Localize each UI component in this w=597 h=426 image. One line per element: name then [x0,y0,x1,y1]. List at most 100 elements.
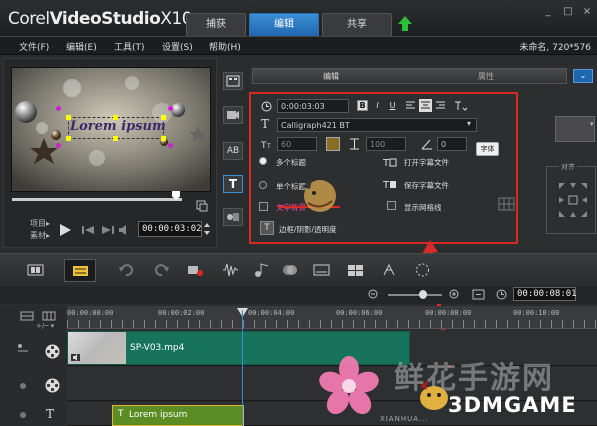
overlay-track-icon [45,378,60,393]
timeline-view-button[interactable] [64,259,96,282]
watermark-site: XIANHUA... [380,415,429,423]
undo-icon[interactable] [118,262,135,278]
auto-music-icon[interactable] [253,262,270,278]
ruler-tick-3: 00:00:06:00 [336,309,383,317]
track-headers: +/─ ▾ T [0,306,67,426]
chapter-point-icon[interactable] [42,311,56,321]
title-clip-name: Lorem ipsum [129,410,188,420]
ripple-edit-icon[interactable] [16,342,30,354]
ruler-tick-2: 00:00:04:00 [248,309,295,317]
tab-share[interactable]: 共享 [322,13,392,36]
timecode-spinner-icon[interactable] [203,221,211,237]
title-lock-icon[interactable] [18,410,28,420]
title-icon[interactable]: T [223,175,243,193]
motion-tracking-icon[interactable] [281,262,298,278]
handle-tr[interactable] [161,115,166,120]
menu-file[interactable]: 文件(F) [19,40,49,53]
preset-swatch[interactable] [555,116,595,142]
menu-bar: 文件(F) 编辑(E) 工具(T) 设置(S) 帮助(H) 未命名, 720*5… [0,36,597,55]
time-remapping-icon[interactable] [381,262,398,278]
watermark: 鲜花手游网 3DMGAME XIANHUA... [318,345,597,426]
subtitle-editor-icon[interactable] [313,262,330,278]
app-window: CorelVideoStudioX10 捕获 编辑 共享 _ □ × 文件(F)… [0,0,597,426]
ruler-tick-5: 00:00:10:00 [513,309,560,317]
options-tabs: 编辑 属性 [252,68,567,84]
volume-icon[interactable] [118,225,132,235]
zoom-slider-thumb[interactable] [419,290,427,299]
transition-icon[interactable]: AB [223,142,243,160]
playback-slider[interactable] [12,198,182,201]
playhead-line[interactable] [242,310,243,426]
preset-dropdown-icon[interactable]: ▾ [590,120,594,128]
library-tool-strip: AB T [219,62,247,248]
upload-arrow-icon[interactable] [397,15,413,32]
menu-edit[interactable]: 编辑(E) [66,40,97,53]
track-manager-icon[interactable] [20,311,34,321]
handle-br[interactable] [161,136,166,141]
title-clip-icon: T [118,409,124,419]
rotate-handle-tr[interactable] [168,106,173,111]
minimize-button[interactable]: _ [541,6,555,18]
title-clip[interactable]: T Lorem ipsum [112,405,244,426]
storyboard-view-icon[interactable] [27,262,44,278]
track-options-icon[interactable]: +/─ ▾ [36,322,54,330]
redo-icon[interactable] [153,262,170,278]
clip-label[interactable]: 素材▸ [30,230,50,241]
fullscreen-icon[interactable] [196,200,208,212]
timeline-ruler[interactable]: 00:00:00:00 00:00:02:00 00:00:04:00 00:0… [67,306,597,329]
preview-timecode[interactable]: 00:00:03:02 [138,221,202,237]
maximize-button[interactable]: □ [561,6,575,18]
ruler-ticks [67,320,597,328]
zoom-out-icon[interactable] [368,289,379,300]
multi-camera-icon[interactable] [347,262,364,278]
handle-tc[interactable] [113,115,118,120]
menu-tools[interactable]: 工具(T) [114,40,145,53]
title-track-icon: T [46,407,55,421]
project-duration-clock-icon [496,289,507,300]
mask-creator-icon[interactable] [414,262,431,278]
sound-mixer-icon[interactable] [222,262,239,278]
tab-edit-options[interactable]: 编辑 [323,71,339,82]
logo-main: VideoStudio [49,9,161,29]
menu-settings[interactable]: 设置(S) [162,40,193,53]
align-grid-icon[interactable] [555,179,591,229]
project-duration-timecode[interactable]: 00:00:08:01 [513,287,577,301]
rotate-handle-br[interactable] [168,143,173,148]
fit-project-icon[interactable] [472,289,485,300]
rotate-handle-bl[interactable] [56,143,61,148]
ruler-tick-1: 00:00:02:00 [158,309,205,317]
zoom-in-icon[interactable] [449,289,460,300]
next-frame-icon[interactable] [100,225,114,235]
highlight-box [249,92,518,244]
graphics-icon[interactable] [223,208,243,226]
instant-project-icon[interactable] [223,106,243,124]
align-panel: 对齐 [546,162,596,234]
media-icon[interactable] [223,72,243,90]
menu-help[interactable]: 帮助(H) [209,40,241,53]
rotate-handle-tl[interactable] [56,106,61,111]
play-icon[interactable] [58,223,72,237]
tab-attributes[interactable]: 属性 [478,71,494,82]
preview-title-text[interactable]: Lorem ipsum [70,119,166,134]
clip-audio-icon [71,354,80,361]
handle-bc[interactable] [113,136,118,141]
logo-prefix: Corel [8,9,50,29]
zoom-slider[interactable] [388,294,442,296]
project-label[interactable]: 项目▸ [30,218,50,229]
close-button[interactable]: × [580,6,594,18]
record-capture-icon[interactable] [187,262,204,278]
options-collapse-button[interactable]: ⌄ [573,69,593,83]
tab-edit[interactable]: 编辑 [249,13,319,36]
handle-tl[interactable] [66,115,71,120]
watermark-brand: 3DMGAME [448,393,577,417]
handle-bl[interactable] [66,136,71,141]
app-logo: CorelVideoStudioX10 [8,9,193,29]
ruler-tick-0: 00:00:00:00 [67,309,114,317]
previous-frame-icon[interactable] [82,225,96,235]
tab-capture[interactable]: 捕获 [186,13,246,36]
title-bar: CorelVideoStudioX10 捕获 编辑 共享 _ □ × [0,0,597,36]
flower-logo-icon [319,356,379,415]
timeline-zoom-row [0,286,597,304]
align-panel-label: 对齐 [559,162,577,172]
overlay-lock-icon[interactable] [18,381,28,391]
